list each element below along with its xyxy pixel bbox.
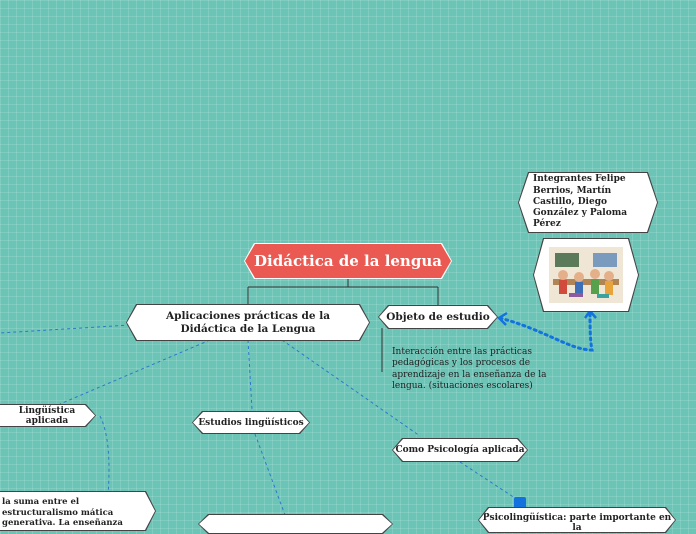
topic-psicologia-aplicada[interactable]: Como Psicología aplicada bbox=[392, 438, 528, 462]
topic-estructuralismo-label: la suma entre el estructuralismo mática … bbox=[0, 492, 155, 530]
topic-integrantes-label: Integrantes Felipe Berrios, Martín Casti… bbox=[519, 173, 657, 232]
topic-integrantes[interactable]: Integrantes Felipe Berrios, Martín Casti… bbox=[518, 172, 658, 233]
topic-linguistica-aplicada[interactable]: Lingüística aplicada bbox=[0, 404, 96, 427]
topic-linguistica-aplicada-label: Lingüística aplicada bbox=[0, 405, 95, 426]
topic-objeto[interactable]: Objeto de estudio bbox=[378, 305, 498, 329]
topic-aplicaciones-label: Aplicaciones prácticas de la Didáctica d… bbox=[127, 305, 369, 340]
classroom-illustration-icon bbox=[549, 247, 623, 303]
topic-estudios-linguisticos-label: Estudios lingüísticos bbox=[193, 412, 309, 433]
topic-aplicaciones[interactable]: Aplicaciones prácticas de la Didáctica d… bbox=[126, 304, 370, 341]
root-node[interactable]: Didáctica de la lengua bbox=[244, 243, 452, 279]
image-node[interactable] bbox=[533, 238, 639, 312]
topic-psicolinguistica-label: Psicolingüística: parte importante en la bbox=[479, 508, 675, 532]
topic-estudios-linguisticos[interactable]: Estudios lingüísticos bbox=[192, 411, 310, 434]
topic-psicologia-aplicada-label: Como Psicología aplicada bbox=[393, 439, 527, 461]
topic-estructuralismo[interactable]: la suma entre el estructuralismo mática … bbox=[0, 491, 156, 531]
root-label: Didáctica de la lengua bbox=[245, 244, 451, 278]
topic-objeto-label: Objeto de estudio bbox=[379, 306, 497, 328]
topic-partial-bottom[interactable] bbox=[198, 514, 393, 534]
objeto-description[interactable]: Interacción entre las prácticas pedagógi… bbox=[392, 347, 572, 392]
topic-psicolinguistica[interactable]: Psicolingüística: parte importante en la bbox=[478, 507, 676, 533]
